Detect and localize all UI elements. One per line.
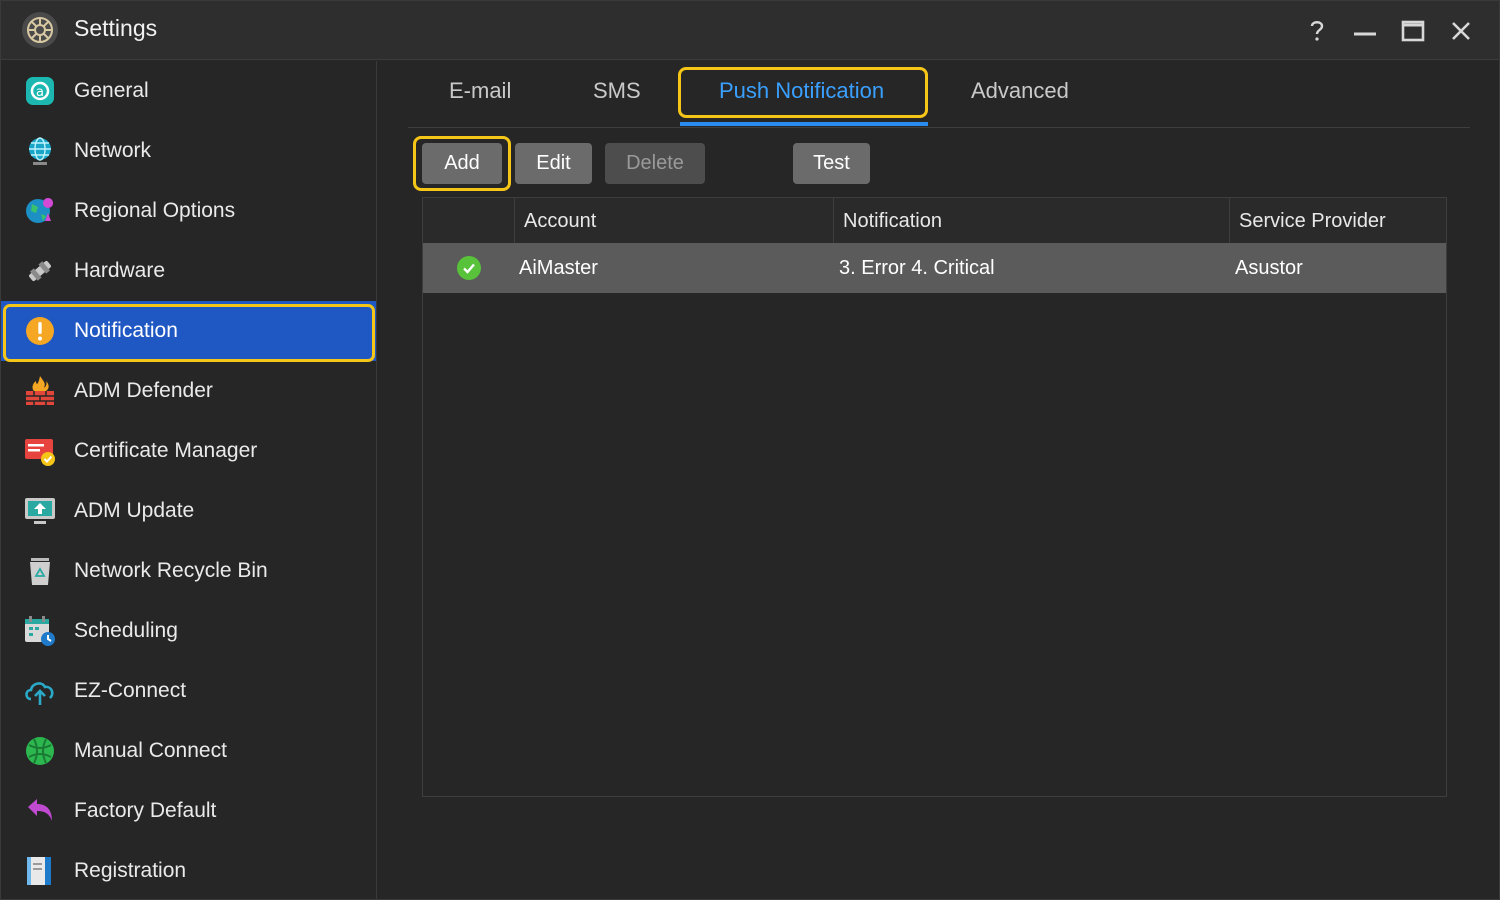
sidebar-item-label: Notification	[74, 319, 178, 342]
sidebar-item-notification[interactable]: Notification	[1, 301, 376, 361]
sidebar-item-registration[interactable]: Registration	[1, 841, 376, 899]
sidebar-item-label: ADM Update	[74, 499, 195, 522]
sidebar-item-ez-connect[interactable]: EZ-Connect	[1, 661, 376, 721]
accounts-table: Account Notification Service Provider Ai…	[422, 197, 1447, 797]
tab-advanced[interactable]: Advanced	[971, 78, 1069, 104]
window-controls	[1299, 13, 1479, 49]
help-icon[interactable]	[1299, 13, 1335, 49]
sidebar-item-label: Factory Default	[74, 799, 217, 822]
table-row[interactable]: AiMaster 3. Error 4. Critical Asustor	[423, 243, 1446, 293]
sidebar-item-label: Registration	[74, 859, 187, 882]
svg-text:a: a	[36, 85, 44, 100]
window-title: Settings	[74, 15, 158, 41]
recycle-bin-icon	[23, 554, 57, 588]
firewall-icon	[23, 374, 57, 408]
sidebar: a General Network Regional Options Hardw…	[1, 61, 377, 899]
tab-push-notification[interactable]: Push Notification	[719, 78, 884, 104]
add-button[interactable]: Add	[422, 143, 502, 184]
globe-icon	[23, 134, 57, 168]
test-button[interactable]: Test	[793, 143, 870, 184]
sidebar-item-network-recycle-bin[interactable]: Network Recycle Bin	[1, 541, 376, 601]
sidebar-item-label: EZ-Connect	[74, 679, 187, 702]
sidebar-item-label: Manual Connect	[74, 739, 227, 762]
certificate-icon	[23, 434, 57, 468]
sidebar-item-scheduling[interactable]: Scheduling	[1, 601, 376, 661]
column-header-service-provider[interactable]: Service Provider	[1230, 198, 1446, 243]
general-icon: a	[23, 74, 57, 108]
minimize-icon[interactable]	[1347, 13, 1383, 49]
sidebar-item-certificate-manager[interactable]: Certificate Manager	[1, 421, 376, 481]
sidebar-item-adm-update[interactable]: ADM Update	[1, 481, 376, 541]
tab-email[interactable]: E-mail	[449, 78, 511, 104]
sidebar-item-regional-options[interactable]: Regional Options	[1, 181, 376, 241]
title-bar: Settings	[1, 1, 1499, 60]
sidebar-item-label: Hardware	[74, 259, 166, 282]
cloud-upload-icon	[23, 674, 57, 708]
table-header: Account Notification Service Provider	[423, 198, 1446, 243]
maximize-icon[interactable]	[1395, 13, 1431, 49]
sidebar-item-label: Scheduling	[74, 619, 178, 642]
sidebar-item-factory-default[interactable]: Factory Default	[1, 781, 376, 841]
sidebar-item-adm-defender[interactable]: ADM Defender	[1, 361, 376, 421]
close-icon[interactable]	[1443, 13, 1479, 49]
network-globe-icon	[23, 734, 57, 768]
sidebar-item-general[interactable]: a General	[1, 61, 376, 121]
sidebar-item-label: General	[74, 79, 149, 102]
notification-cell: 3. Error 4. Critical	[839, 257, 995, 279]
settings-window: Settings a General Network Regional Opti…	[0, 0, 1500, 900]
edit-button[interactable]: Edit	[515, 143, 592, 184]
sidebar-item-label: Regional Options	[74, 199, 236, 222]
tab-bar: E-mail SMS Push Notification Advanced	[408, 61, 1470, 128]
registration-icon	[23, 854, 57, 888]
account-cell: AiMaster	[519, 257, 598, 279]
sidebar-item-label: Network	[74, 139, 152, 162]
update-icon	[23, 494, 57, 528]
settings-gear-icon	[22, 12, 58, 48]
undo-arrow-icon	[23, 794, 57, 828]
sidebar-item-network[interactable]: Network	[1, 121, 376, 181]
calendar-clock-icon	[23, 614, 57, 648]
active-tab-indicator	[680, 122, 928, 126]
regional-globe-icon	[23, 194, 57, 228]
column-header-notification[interactable]: Notification	[834, 198, 1230, 243]
delete-button[interactable]: Delete	[605, 143, 705, 184]
main-panel: E-mail SMS Push Notification Advanced Ad…	[378, 61, 1499, 899]
sidebar-item-hardware[interactable]: Hardware	[1, 241, 376, 301]
sidebar-item-label: Certificate Manager	[74, 439, 258, 462]
sidebar-item-manual-connect[interactable]: Manual Connect	[1, 721, 376, 781]
alert-icon	[23, 314, 57, 348]
tab-sms[interactable]: SMS	[593, 78, 641, 104]
service-provider-cell: Asustor	[1235, 257, 1303, 279]
check-circle-icon	[457, 256, 481, 280]
column-header-account[interactable]: Account	[515, 198, 834, 243]
sidebar-item-label: ADM Defender	[74, 379, 213, 402]
column-header-status[interactable]	[423, 198, 515, 243]
sidebar-item-label: Network Recycle Bin	[74, 559, 268, 582]
hardware-icon	[23, 254, 57, 288]
